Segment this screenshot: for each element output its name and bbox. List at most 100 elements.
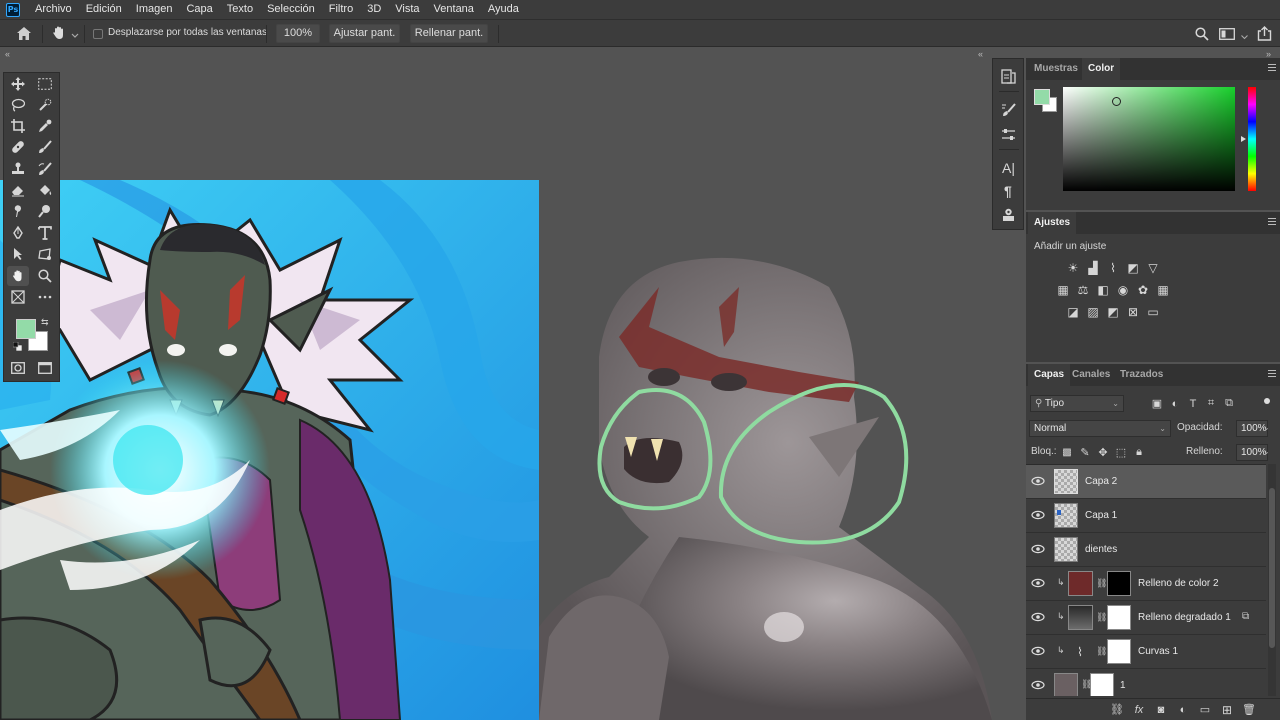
zoom-field[interactable]: 100% [276,24,320,43]
filter-pixel-icon[interactable]: ▣ [1150,397,1164,410]
default-colors-icon[interactable] [12,341,23,352]
menu-archivo[interactable]: Archivo [28,0,79,19]
gradient-map-icon[interactable]: ▭ [1146,305,1160,319]
visibility-eye-icon[interactable] [1031,645,1045,657]
layer-filter-select[interactable]: ⚲ Tipo ⌄ [1030,395,1124,412]
panel-menu-icon[interactable] [1268,370,1276,379]
workspace-icon[interactable] [1219,28,1235,40]
threshold-icon[interactable]: ◩ [1106,305,1120,319]
tab-color[interactable]: Color [1082,58,1121,80]
new-adjustment-icon[interactable]: ◐ [1176,703,1190,716]
layer-name[interactable]: Capa 1 [1085,499,1117,533]
layer-row-capa-1[interactable]: Capa 1 [1026,499,1266,533]
visibility-eye-icon[interactable] [1031,475,1045,487]
zoom-icon[interactable] [34,266,56,286]
fill-screen-button[interactable]: Rellenar pant. [410,24,488,43]
new-group-icon[interactable]: ▭ [1198,703,1212,716]
tab-capas[interactable]: Capas [1028,364,1071,386]
chevron-down-icon[interactable] [1241,31,1248,40]
menu-seleccion[interactable]: Selección [260,0,322,19]
home-icon[interactable] [16,26,32,41]
layer-name[interactable]: Curvas 1 [1138,635,1178,669]
delete-layer-icon[interactable]: 🗑︎ [1242,703,1256,716]
layer-mask-thumbnail[interactable] [1090,673,1114,696]
menu-3d[interactable]: 3D [360,0,388,19]
visibility-eye-icon[interactable] [1031,679,1045,691]
layer-row-curvas-1[interactable]: ↳ ⌇ ⛓ Curvas 1 [1026,635,1266,669]
history-panel-icon[interactable] [1001,69,1016,84]
glyphs-panel-icon[interactable] [1001,207,1016,222]
chevron-down-icon[interactable] [71,30,79,38]
photoshop-logo[interactable]: Ps [6,2,20,17]
brightness-icon[interactable]: ☀ [1066,261,1080,275]
visibility-eye-icon[interactable] [1031,611,1045,623]
blend-mode-select[interactable]: Normal ⌄ [1029,420,1171,437]
lasso-icon[interactable] [7,95,29,115]
menu-edicion[interactable]: Edición [79,0,129,19]
adjustments-sliders-icon[interactable] [1001,127,1016,142]
layer-row-1[interactable]: ⛓ 1 [1026,669,1266,696]
quick-mask-icon[interactable] [7,358,29,378]
exposure-icon[interactable]: ◩ [1126,261,1140,275]
hue-slider-handle[interactable] [1241,136,1246,142]
menu-ayuda[interactable]: Ayuda [481,0,526,19]
layer-name[interactable]: Capa 2 [1085,465,1117,499]
color-panel-foreground-swatch[interactable] [1034,89,1050,105]
layer-name[interactable]: Relleno de color 2 [1138,567,1219,601]
pen-icon[interactable] [7,223,29,243]
curves-icon[interactable]: ⌇ [1106,261,1120,275]
hue-slider[interactable] [1248,87,1256,191]
share-icon[interactable] [1257,26,1272,41]
layer-mask-thumbnail[interactable] [1107,639,1131,664]
crop-icon[interactable] [7,116,29,136]
menu-vista[interactable]: Vista [388,0,426,19]
layer-style-icon[interactable]: fx [1132,703,1146,716]
lock-transparency-icon[interactable]: ▩ [1060,446,1074,459]
scroll-all-checkbox[interactable] [93,29,103,39]
channel-mixer-icon[interactable]: ✿ [1136,283,1150,297]
brush-icon[interactable] [34,137,56,157]
marquee-icon[interactable] [34,74,56,94]
visibility-eye-icon[interactable] [1031,509,1045,521]
lock-position-icon[interactable]: ✥ [1096,446,1110,459]
clone-stamp-icon[interactable] [7,159,29,179]
menu-imagen[interactable]: Imagen [129,0,180,19]
layer-row-dientes[interactable]: dientes [1026,533,1266,567]
panel-menu-icon[interactable] [1268,64,1276,73]
collapse-toolbox-icon[interactable]: « [5,49,10,59]
chevron-down-icon[interactable]: ⌄ [1263,423,1270,432]
hue-saturation-icon[interactable]: ▦ [1056,283,1070,297]
frame-icon[interactable] [7,287,29,307]
character-panel-icon[interactable]: A| [1002,160,1015,176]
healing-brush-icon[interactable] [7,137,29,157]
canvas-area[interactable]: « « [0,47,992,720]
panel-menu-icon[interactable] [1268,218,1276,227]
eyedropper-icon[interactable] [34,116,56,136]
tab-canales[interactable]: Canales [1066,364,1116,386]
layer-name[interactable]: 1 [1120,669,1126,696]
fit-screen-button[interactable]: Ajustar pant. [329,24,400,43]
photo-filter-icon[interactable]: ◉ [1116,283,1130,297]
invert-icon[interactable]: ◪ [1066,305,1080,319]
color-picker-cursor[interactable] [1112,97,1121,106]
eraser-icon[interactable] [7,180,29,200]
layer-row-capa-2[interactable]: Capa 2 [1026,465,1266,499]
expand-dock-icon[interactable]: « [978,49,983,59]
posterize-icon[interactable]: ▨ [1086,305,1100,319]
menu-filtro[interactable]: Filtro [322,0,360,19]
layer-list-scrollbar[interactable] [1268,464,1276,696]
foreground-color-swatch[interactable] [16,319,36,339]
tab-trazados[interactable]: Trazados [1114,364,1169,386]
layer-name[interactable]: Relleno degradado 1 [1138,601,1231,635]
tab-ajustes[interactable]: Ajustes [1028,212,1077,234]
scrollbar-thumb[interactable] [1269,488,1275,648]
link-layers-icon[interactable]: ⛓ [1110,703,1124,716]
swap-colors-icon[interactable]: ⇆ [41,317,49,328]
history-brush-icon[interactable] [34,159,56,179]
levels-icon[interactable]: ▟ [1086,261,1100,275]
lock-pixels-icon[interactable]: ✎ [1078,446,1092,459]
screen-mode-icon[interactable] [34,358,56,378]
color-field[interactable] [1063,87,1235,191]
filter-type-icon[interactable]: T [1186,397,1200,410]
color-lookup-icon[interactable]: ▦ [1156,283,1170,297]
